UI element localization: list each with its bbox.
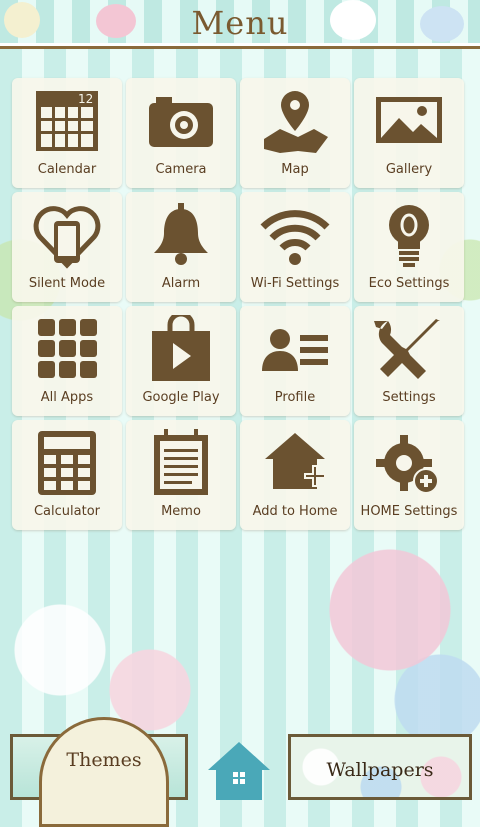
tile-label: All Apps: [40, 390, 94, 405]
bell-icon: [141, 200, 221, 270]
tile-settings[interactable]: Settings: [354, 306, 464, 416]
tile-label: Settings: [382, 390, 436, 405]
tile-label: Profile: [274, 390, 316, 405]
home-button[interactable]: [206, 740, 272, 800]
themes-arch-frame: [39, 717, 169, 827]
themes-label: Themes: [66, 749, 142, 771]
tile-alarm[interactable]: Alarm: [126, 192, 236, 302]
tile-label: HOME Settings: [360, 504, 458, 519]
tile-map[interactable]: Map: [240, 78, 350, 188]
tile-label: Calculator: [33, 504, 100, 519]
tile-label: Memo: [161, 504, 201, 519]
tile-label: Silent Mode: [28, 276, 106, 291]
tile-label: Gallery: [385, 162, 433, 177]
tile-google-play[interactable]: Google Play: [126, 306, 236, 416]
tile-label: Wi-Fi Settings: [250, 276, 340, 291]
play-store-icon: [141, 314, 221, 384]
gallery-icon: [369, 86, 449, 156]
calendar-badge: 12: [78, 92, 93, 106]
tile-memo[interactable]: Memo: [126, 420, 236, 530]
notepad-icon: [141, 428, 221, 498]
tile-label: Alarm: [161, 276, 201, 291]
menu-grid: 12 Calendar Camera Map Gallery Silent Mo…: [12, 78, 468, 530]
gear-plus-icon: [369, 428, 449, 498]
themes-button[interactable]: Themes: [10, 717, 188, 827]
map-icon: [255, 86, 335, 156]
tile-gallery[interactable]: Gallery: [354, 78, 464, 188]
tile-wifi-settings[interactable]: Wi-Fi Settings: [240, 192, 350, 302]
tile-label: Calendar: [37, 162, 97, 177]
tile-silent-mode[interactable]: Silent Mode: [12, 192, 122, 302]
tile-label: Google Play: [142, 390, 220, 405]
tile-label: Camera: [155, 162, 207, 177]
lightbulb-icon: [369, 200, 449, 270]
page-title: Menu: [191, 4, 289, 42]
tile-camera[interactable]: Camera: [126, 78, 236, 188]
tools-icon: [369, 314, 449, 384]
add-home-icon: [255, 428, 335, 498]
tile-label: Map: [281, 162, 309, 177]
profile-card-icon: [255, 314, 335, 384]
wifi-icon: [255, 200, 335, 270]
home-apps-icon: [208, 742, 270, 800]
calculator-icon: [27, 428, 107, 498]
tile-label: Add to Home: [252, 504, 338, 519]
apps-grid-icon: [27, 314, 107, 384]
tile-add-to-home[interactable]: Add to Home: [240, 420, 350, 530]
tile-calendar[interactable]: 12 Calendar: [12, 78, 122, 188]
wallpapers-label: Wallpapers: [326, 759, 434, 781]
tile-calculator[interactable]: Calculator: [12, 420, 122, 530]
wallpapers-button[interactable]: Wallpapers: [288, 734, 472, 800]
tile-eco-settings[interactable]: Eco Settings: [354, 192, 464, 302]
camera-icon: [141, 86, 221, 156]
top-bar: Menu: [0, 0, 480, 49]
silent-mode-icon: [27, 200, 107, 270]
tile-all-apps[interactable]: All Apps: [12, 306, 122, 416]
tile-label: Eco Settings: [368, 276, 450, 291]
tile-profile[interactable]: Profile: [240, 306, 350, 416]
tile-home-settings[interactable]: HOME Settings: [354, 420, 464, 530]
calendar-icon: 12: [27, 86, 107, 156]
